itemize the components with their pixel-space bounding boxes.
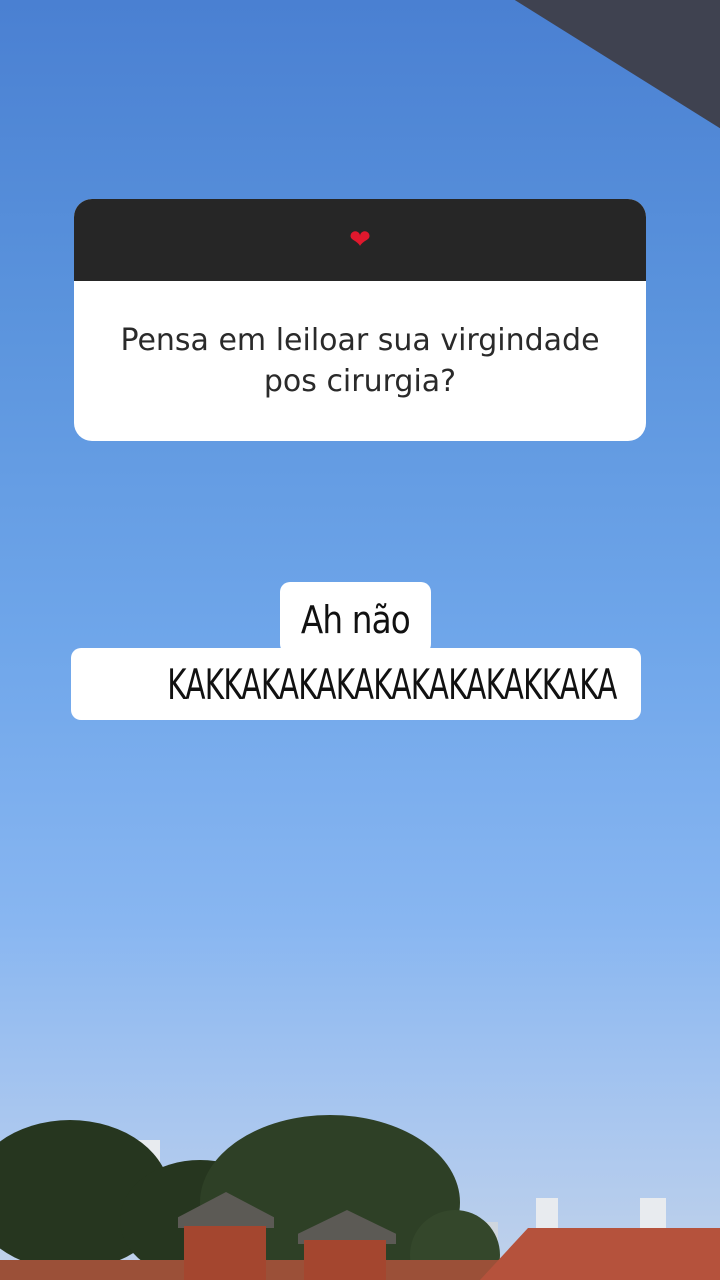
heart-icon: ❤ [349, 225, 371, 255]
chimney [304, 1240, 386, 1280]
answer-text-line-1: Ah não [280, 582, 431, 654]
question-sticker[interactable]: ❤ Pensa em leiloar sua virgindade pos ci… [74, 199, 646, 441]
question-text: Pensa em leiloar sua virgindade pos ciru… [120, 323, 600, 399]
background-scenery [0, 1110, 720, 1280]
roof-corner [475, 0, 720, 167]
story-view: ❤ Pensa em leiloar sua virgindade pos ci… [0, 0, 720, 1280]
question-sticker-header: ❤ [74, 199, 646, 281]
chimney [184, 1226, 266, 1280]
answer-text-line-2: KAKKAKAKAKAKAKAKAKAKKAKA [71, 648, 641, 720]
red-tile-roof [480, 1228, 720, 1280]
